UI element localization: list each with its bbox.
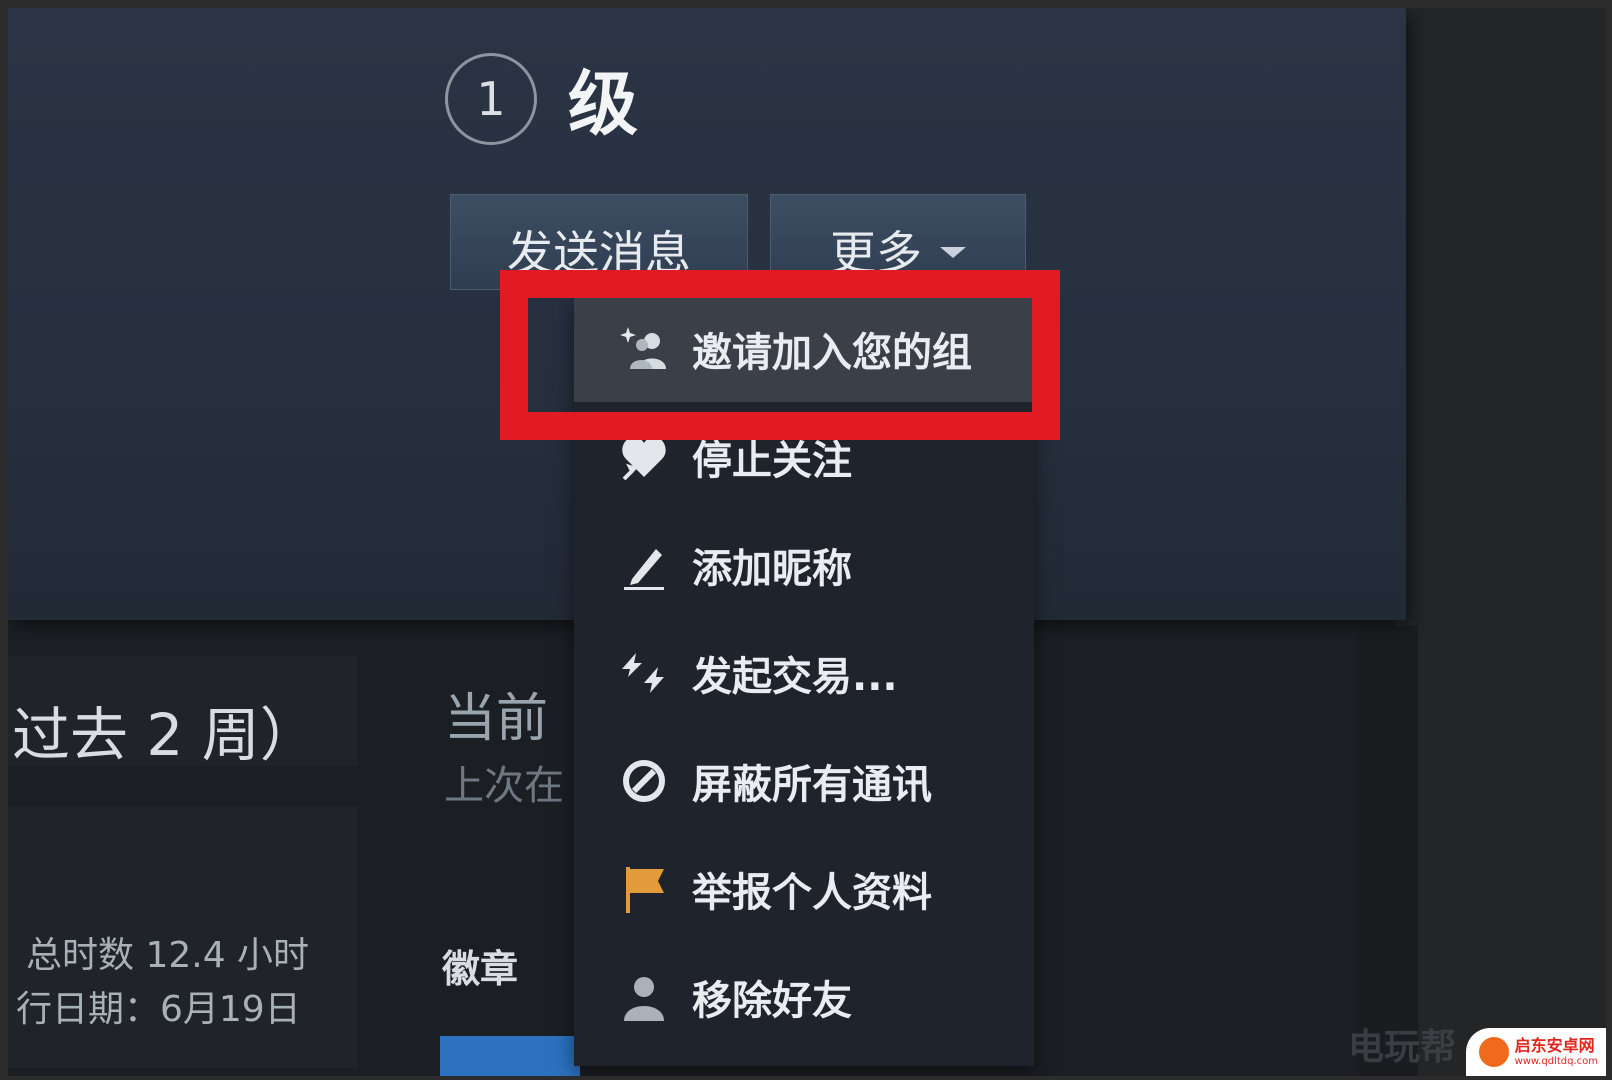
send-message-button[interactable]: 发送消息 [450, 194, 748, 290]
flag-icon [616, 861, 672, 917]
more-label: 更多 [830, 226, 922, 280]
menu-item-label: 发起交易... [692, 654, 898, 700]
level-number: 1 [476, 72, 506, 126]
send-message-label: 发送消息 [507, 226, 691, 280]
watermark-text: 启东安卓网 www.qdltdq.com [1514, 1035, 1598, 1067]
person-icon [616, 969, 672, 1025]
right-background-inner [1358, 626, 1418, 1076]
badges-label: 徽章 [442, 947, 519, 991]
menu-item-trade[interactable]: 发起交易... [574, 620, 1034, 726]
badge-progress-bar [440, 1036, 580, 1076]
invite-group-icon [616, 321, 672, 377]
menu-item-label: 移除好友 [692, 978, 852, 1024]
level-badge: 1 [445, 53, 537, 145]
menu-item-label: 举报个人资料 [692, 870, 932, 916]
watermark-title: 启东安卓网 [1514, 1035, 1595, 1055]
menu-item-report-profile[interactable]: 举报个人资料 [574, 836, 1034, 942]
menu-item-block-all[interactable]: 屏蔽所有通讯 [574, 728, 1034, 834]
watermark-logo-icon [1478, 1037, 1509, 1067]
release-date: 行日期：6月19日 [16, 989, 301, 1030]
menu-item-invite-group[interactable]: 邀请加入您的组 [574, 296, 1034, 402]
watermark-ghost-text: 电玩帮 [1347, 1027, 1456, 1068]
recent-activity-label: 过去 2 周） [12, 701, 318, 769]
level-label: 级 [568, 63, 640, 145]
more-button[interactable]: 更多 [770, 194, 1026, 290]
menu-item-label: 屏蔽所有通讯 [692, 762, 932, 808]
more-dropdown-menu: 邀请加入您的组 停止关注 添加昵称 发起交易... 屏蔽所有通讯 举报个人资料 … [574, 296, 1034, 1066]
last-online-label: 上次在 [444, 763, 564, 809]
menu-item-label: 停止关注 [692, 438, 852, 484]
total-hours: 总时数 12.4 小时 [26, 935, 310, 976]
block-icon [616, 753, 672, 809]
menu-item-label: 添加昵称 [692, 546, 852, 592]
menu-item-add-nickname[interactable]: 添加昵称 [574, 512, 1034, 618]
watermark-url: www.qdltdq.com [1514, 1055, 1598, 1067]
chevron-down-icon [940, 247, 966, 258]
menu-item-label: 邀请加入您的组 [692, 330, 972, 376]
trade-arrows-icon [616, 645, 672, 701]
current-status-label: 当前 [444, 689, 549, 749]
pencil-icon [616, 537, 672, 593]
screenshot-frame: 1 级 发送消息 更多 过去 2 周） 当前 上次在 总时数 12.4 小时 行… [8, 8, 1606, 1076]
heart-icon [616, 429, 672, 485]
watermark-badge: 启东安卓网 www.qdltdq.com [1466, 1028, 1606, 1076]
menu-item-unfollow[interactable]: 停止关注 [574, 404, 1034, 510]
right-background [1396, 8, 1606, 1076]
menu-item-remove-friend[interactable]: 移除好友 [574, 944, 1034, 1050]
